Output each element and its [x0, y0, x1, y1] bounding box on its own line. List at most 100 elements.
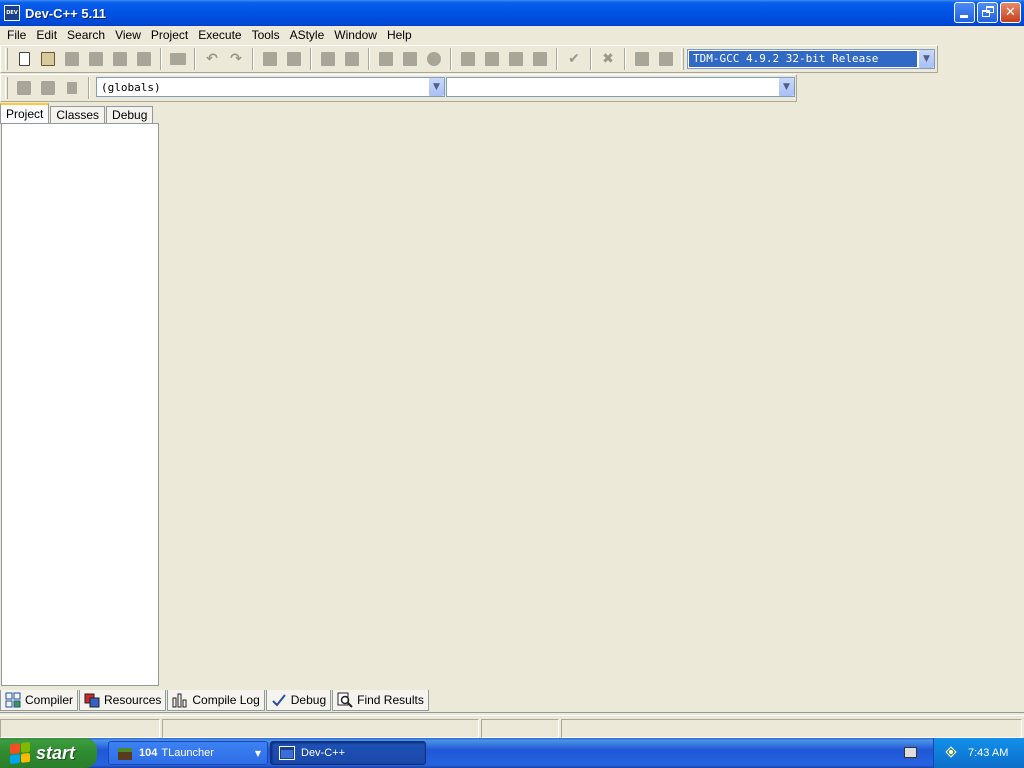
tab-project[interactable]: Project: [0, 103, 50, 124]
save-button[interactable]: [61, 48, 83, 70]
menu-astyle[interactable]: AStyle: [285, 26, 330, 44]
new-file-icon: [18, 52, 30, 66]
unindent-button[interactable]: [399, 48, 421, 70]
find-icon: [263, 52, 277, 66]
add-to-project-button[interactable]: [37, 77, 59, 99]
status-cell-mode: [481, 719, 559, 738]
bottom-panel-splitter[interactable]: [0, 712, 1024, 716]
status-bar: [0, 719, 1024, 738]
rebuild-all-button[interactable]: [529, 48, 551, 70]
close-file-button[interactable]: [109, 48, 131, 70]
scope-select[interactable]: (globals) ▼: [96, 77, 445, 97]
chevron-down-icon[interactable]: ▼: [918, 50, 934, 68]
scope-select-value: (globals): [101, 80, 161, 94]
delete-profile-icon: [659, 52, 673, 66]
indent-icon: [379, 52, 393, 66]
menu-help[interactable]: Help: [382, 26, 417, 44]
compile-icon: [461, 52, 475, 66]
title-bar[interactable]: DEV Dev-C++ 5.11 ✕: [0, 0, 1024, 26]
clock[interactable]: 7:43 AM: [968, 747, 1008, 759]
delete-profile-button[interactable]: [655, 48, 677, 70]
syntax-check-button[interactable]: ✔: [563, 48, 585, 70]
menu-view[interactable]: View: [110, 26, 146, 44]
menu-bar: File Edit Search View Project Execute To…: [0, 26, 1024, 44]
restore-button[interactable]: [977, 2, 998, 23]
indent-button[interactable]: [375, 48, 397, 70]
toggle-comment-button[interactable]: [423, 48, 445, 70]
remove-from-project-icon: [67, 82, 77, 94]
find-button[interactable]: [259, 48, 281, 70]
keyboard-icon[interactable]: [904, 747, 917, 758]
menu-file[interactable]: File: [2, 26, 31, 44]
tab-compiler[interactable]: Compiler: [0, 690, 79, 711]
undo-button[interactable]: ↶: [201, 48, 223, 70]
network-icon[interactable]: [944, 746, 958, 760]
tlauncher-icon: [117, 745, 133, 761]
goto-line-icon: [321, 52, 335, 66]
taskbar-button-devcpp[interactable]: Dev-C++: [270, 741, 426, 765]
save-all-icon: [89, 52, 103, 66]
tab-debug-output[interactable]: Debug: [265, 690, 332, 711]
chevron-down-icon[interactable]: ▼: [778, 78, 794, 96]
goto-function-icon: [345, 52, 359, 66]
start-button[interactable]: start: [0, 738, 97, 768]
run-button[interactable]: [481, 48, 503, 70]
menu-tools[interactable]: Tools: [247, 26, 285, 44]
minimize-button[interactable]: [954, 2, 975, 23]
tab-classes[interactable]: Classes: [50, 106, 106, 124]
magnifier-icon: [337, 692, 353, 708]
menu-window[interactable]: Window: [329, 26, 382, 44]
compiler-select[interactable]: TDM-GCC 4.9.2 32-bit Release ▼: [687, 49, 935, 69]
windows-logo-icon: [10, 741, 30, 765]
print-button[interactable]: [167, 48, 189, 70]
menu-project[interactable]: Project: [146, 26, 193, 44]
taskbar-button-tlauncher[interactable]: 104 TLauncher ▼: [108, 741, 268, 765]
task-group-count: 104: [139, 747, 158, 759]
tab-find-results[interactable]: Find Results: [332, 690, 429, 711]
tab-resources[interactable]: Resources: [79, 690, 167, 711]
remove-from-project-button[interactable]: [61, 77, 83, 99]
save-icon: [65, 52, 79, 66]
abort-compilation-button[interactable]: ✖: [597, 48, 619, 70]
start-label: start: [36, 742, 76, 763]
goto-line-button[interactable]: [317, 48, 339, 70]
close-file-icon: [113, 52, 127, 66]
left-panel-tabs: Project Classes Debug: [0, 103, 154, 124]
rebuild-all-icon: [533, 52, 547, 66]
chevron-down-icon[interactable]: ▼: [255, 749, 261, 758]
taskbar: start 104 TLauncher ▼ Dev-C++ 7:43 AM: [0, 738, 1024, 768]
redo-button[interactable]: ↷: [225, 48, 247, 70]
tab-resources-label: Resources: [104, 693, 162, 707]
new-file-button[interactable]: [13, 48, 35, 70]
new-project-button[interactable]: [13, 77, 35, 99]
replace-button[interactable]: [283, 48, 305, 70]
save-all-button[interactable]: [85, 48, 107, 70]
x-icon: ✖: [602, 51, 614, 67]
close-all-icon: [137, 52, 151, 66]
menu-search[interactable]: Search: [62, 26, 110, 44]
project-browser-panel[interactable]: [1, 123, 159, 686]
devcpp-app-icon[interactable]: DEV: [4, 5, 20, 21]
tab-compile-log[interactable]: Compile Log: [167, 690, 265, 711]
print-icon: [170, 53, 186, 65]
run-icon: [485, 52, 499, 66]
compile-button[interactable]: [457, 48, 479, 70]
profile-button[interactable]: [631, 48, 653, 70]
redo-icon: ↷: [230, 51, 242, 67]
status-cell-message: [561, 719, 1022, 738]
function-select[interactable]: ▼: [446, 77, 795, 97]
menu-execute[interactable]: Execute: [193, 26, 246, 44]
goto-function-button[interactable]: [341, 48, 363, 70]
tab-debug[interactable]: Debug: [106, 106, 154, 124]
bottom-panel-tabs: Compiler Resources Compile Log Debug Fin…: [0, 690, 430, 712]
close-button[interactable]: ✕: [1000, 2, 1021, 23]
close-all-button[interactable]: [133, 48, 155, 70]
open-project-button[interactable]: [37, 48, 59, 70]
check-icon: [271, 692, 287, 708]
toolbar-grip[interactable]: [5, 48, 8, 70]
compile-run-button[interactable]: [505, 48, 527, 70]
menu-edit[interactable]: Edit: [31, 26, 62, 44]
check-icon: ✔: [568, 51, 580, 67]
chevron-down-icon[interactable]: ▼: [428, 78, 444, 96]
open-file-icon: [41, 52, 55, 66]
